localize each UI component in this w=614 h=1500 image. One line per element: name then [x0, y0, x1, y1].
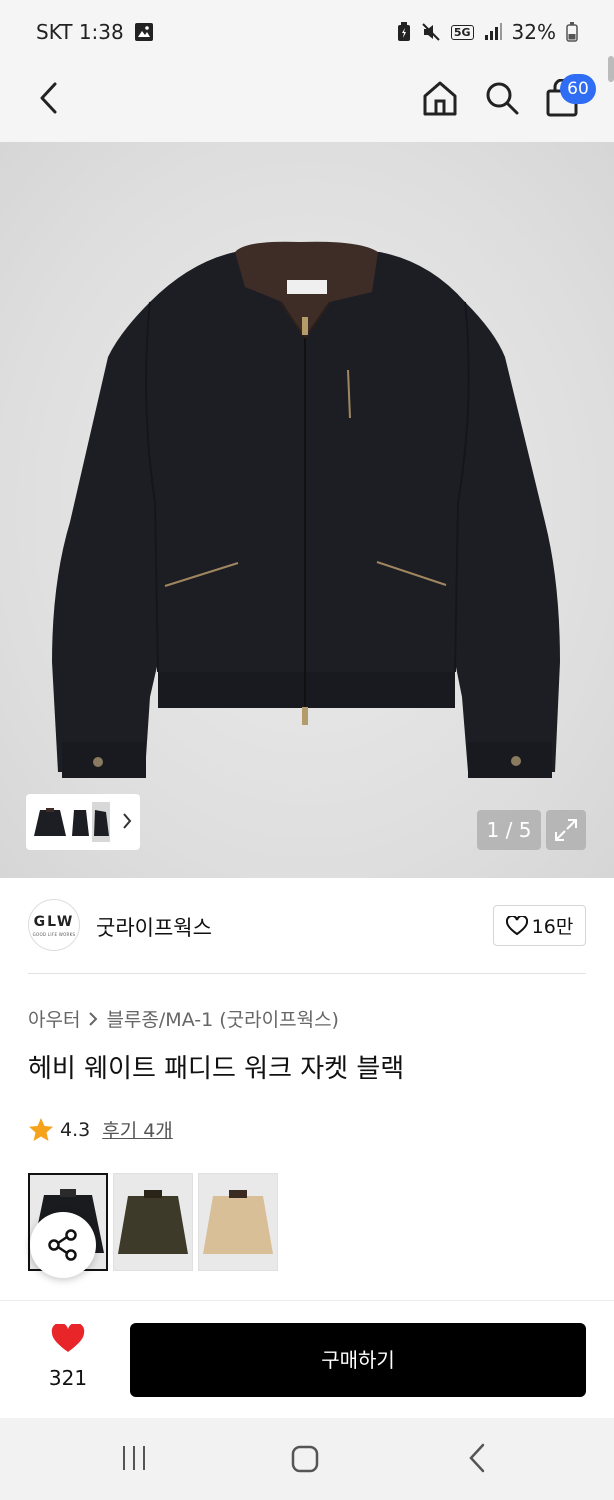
- chevron-right-icon: [123, 813, 132, 829]
- home-nav-icon: [291, 1445, 319, 1473]
- thumbnail-side: [72, 810, 89, 836]
- jacket-image: [52, 241, 560, 778]
- section-divider: [28, 973, 586, 974]
- product-main-image[interactable]: [0, 142, 614, 878]
- brand-like-count: 16만: [531, 916, 574, 938]
- back-button[interactable]: [28, 78, 68, 118]
- swatch-khaki-jacket: [114, 1174, 192, 1270]
- brand-logo-subtext: GOOD LIFE WORKS: [32, 931, 76, 937]
- signal-icon: [484, 23, 502, 40]
- bottom-bar-separator: [0, 1300, 614, 1301]
- home-icon: [423, 81, 457, 116]
- color-option-beige[interactable]: [198, 1173, 278, 1271]
- mute-icon: [422, 23, 440, 41]
- chevron-right-icon: [89, 1011, 98, 1026]
- battery-icon: [566, 22, 578, 42]
- brand-logo-text: GLW: [33, 913, 75, 930]
- share-button[interactable]: [30, 1212, 96, 1278]
- breadcrumb-item-outer[interactable]: 아우터: [28, 1005, 80, 1032]
- image-notification-icon: [134, 22, 154, 46]
- star-icon: [29, 1117, 53, 1141]
- brand-name[interactable]: 굿라이프웍스: [96, 912, 212, 942]
- search-button[interactable]: [480, 76, 524, 120]
- system-navigation-bar: [0, 1418, 614, 1500]
- thumbnail-front: [34, 808, 66, 836]
- product-title: 헤비 웨이트 패디드 워크 자켓 블랙: [28, 1054, 405, 1084]
- gallery-thumbnail-strip[interactable]: [26, 794, 140, 850]
- rating-row: 4.3 후기 4개: [28, 1116, 173, 1143]
- status-icons: 5G 32%: [397, 20, 578, 44]
- battery-percent: 32%: [511, 20, 556, 44]
- review-link[interactable]: 후기 4개: [102, 1116, 173, 1143]
- buy-button[interactable]: 구매하기: [130, 1323, 586, 1397]
- share-icon: [48, 1229, 77, 1261]
- scroll-indicator: [608, 56, 614, 82]
- back-nav-icon: [469, 1443, 485, 1473]
- gallery-pager: 1 / 5: [477, 810, 541, 850]
- status-time: SKT 1:38: [36, 20, 124, 44]
- chevron-left-icon: [40, 82, 57, 114]
- breadcrumb-item-category[interactable]: 블루종/MA-1 (굿라이프웍스): [106, 1005, 339, 1032]
- fullscreen-button[interactable]: [546, 810, 586, 850]
- network-type: 5G: [450, 24, 474, 40]
- search-icon: [486, 82, 519, 115]
- color-option-khaki[interactable]: [113, 1173, 193, 1271]
- brand-like-button[interactable]: 16만: [493, 905, 586, 946]
- recent-apps-icon: [123, 1446, 145, 1470]
- expand-icon: [555, 819, 577, 841]
- home-button[interactable]: [418, 76, 462, 120]
- rating-value: 4.3: [60, 1118, 91, 1141]
- battery-saver-icon: [397, 22, 410, 41]
- swatch-beige-jacket: [199, 1174, 277, 1270]
- thumbnail-back: [92, 802, 110, 842]
- breadcrumb: 아우터 블루종/MA-1 (굿라이프웍스): [28, 1005, 339, 1032]
- heart-outline-icon: [505, 915, 528, 935]
- brand-logo[interactable]: GLW GOOD LIFE WORKS: [28, 899, 80, 951]
- cart-count-badge: 60: [560, 74, 596, 104]
- heart-filled-icon: [51, 1322, 85, 1352]
- wishlist-count: 321: [48, 1366, 88, 1390]
